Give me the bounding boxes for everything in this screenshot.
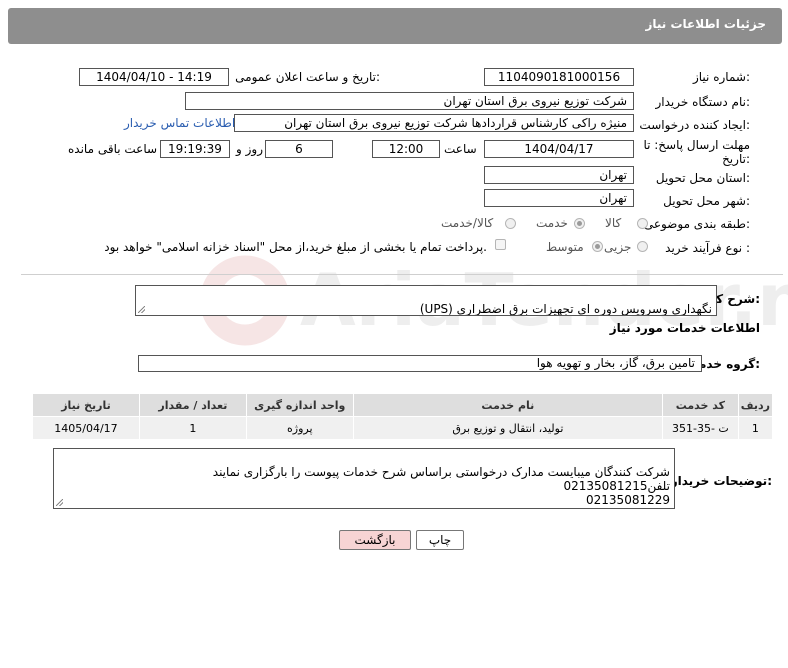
- process-label: نوع فرآیند خرید :: [665, 241, 750, 255]
- page-title: جزئیات اطلاعات نیاز: [645, 17, 766, 31]
- deadline-days-label: روز و: [236, 142, 263, 156]
- deadline-time-label: ساعت: [444, 142, 477, 156]
- col-header-name: نام خدمت: [352, 393, 664, 417]
- cell-qty: 1: [138, 416, 247, 440]
- resize-grip-icon[interactable]: [56, 499, 63, 506]
- description-textarea[interactable]: نگهداری وسرویس دوره ای تجهیزات برق اضطرا…: [135, 285, 717, 316]
- deadline-days-field: 6: [265, 140, 333, 158]
- category-radio-goods[interactable]: [637, 218, 648, 229]
- city-label: شهر محل تحویل:: [663, 194, 750, 208]
- requester-field: منیژه راکی کارشناس قراردادها شرکت توزیع …: [234, 114, 634, 132]
- deadline-time-field: 12:00: [372, 140, 440, 158]
- announce-field: 1404/04/10 - 14:19: [79, 68, 229, 86]
- col-header-code: کد خدمت: [662, 393, 739, 417]
- need-number-label: شماره نیاز:: [692, 70, 750, 84]
- buyer-org-label: نام دستگاه خریدار:: [655, 95, 751, 109]
- process-option-minor: جزیی: [604, 240, 632, 254]
- deadline-label-line2: تاریخ:: [722, 152, 750, 166]
- service-group-field: تامین برق، گاز، بخار و تهویه هوا: [138, 355, 702, 372]
- process-radio-minor[interactable]: [637, 241, 648, 252]
- buyer-notes-text: شرکت کنندگان میبایست مدارک درخواستی براس…: [212, 465, 670, 507]
- description-text: نگهداری وسرویس دوره ای تجهیزات برق اضطرا…: [419, 302, 712, 316]
- category-option-goods-service: کالا/خدمت: [441, 216, 494, 230]
- requester-label: ایجاد کننده درخواست:: [639, 118, 750, 132]
- remaining-time-label: ساعت باقی مانده: [68, 142, 158, 156]
- category-label: طبقه بندی موضوعی:: [643, 217, 750, 231]
- col-header-qty: تعداد / مقدار: [138, 393, 247, 417]
- page-header: جزئیات اطلاعات نیاز: [8, 8, 782, 44]
- cell-unit: پروژه: [245, 416, 354, 440]
- print-button[interactable]: چاپ: [416, 530, 464, 550]
- resize-grip-icon[interactable]: [138, 306, 145, 313]
- cell-row: 1: [737, 416, 774, 440]
- cell-date: 1405/04/17: [32, 416, 140, 440]
- deadline-label-line1: مهلت ارسال پاسخ: تا: [643, 138, 750, 152]
- cell-name: تولید، انتقال و توزیع برق: [352, 416, 664, 440]
- col-header-date: تاریخ نیاز: [32, 393, 140, 417]
- buyer-notes-label: توضیحات خریدار:: [670, 474, 772, 488]
- treasury-payment-note: پرداخت تمام یا بخشی از مبلغ خرید،از محل …: [104, 240, 487, 254]
- col-header-unit: واحد اندازه گیری: [245, 393, 354, 417]
- buyer-contact-link[interactable]: اطلاعات تماس خریدار: [124, 116, 235, 130]
- remaining-time-field: 19:19:39: [160, 140, 230, 158]
- services-table: ردیف کد خدمت نام خدمت واحد اندازه گیری ت…: [32, 393, 774, 440]
- category-radio-goods-service[interactable]: [505, 218, 516, 229]
- process-option-medium: متوسط: [546, 240, 584, 254]
- province-field: تهران: [484, 166, 634, 184]
- category-option-goods: کالا: [605, 216, 622, 230]
- panel-divider: [21, 274, 783, 275]
- treasury-payment-checkbox[interactable]: [495, 239, 506, 250]
- announce-label: تاریخ و ساعت اعلان عمومی:: [235, 70, 380, 84]
- buyer-org-field: شرکت توزیع نیروی برق استان تهران: [185, 92, 634, 110]
- table-row: 1 ت -35-351 تولید، انتقال و توزیع برق پر…: [32, 416, 774, 440]
- province-label: استان محل تحویل:: [655, 171, 750, 185]
- category-radio-service[interactable]: [574, 218, 585, 229]
- col-header-row: ردیف: [737, 393, 774, 417]
- back-button[interactable]: بازگشت: [339, 530, 411, 550]
- city-field: تهران: [484, 189, 634, 207]
- services-table-header: ردیف کد خدمت نام خدمت واحد اندازه گیری ت…: [32, 393, 774, 417]
- buyer-notes-textarea[interactable]: شرکت کنندگان میبایست مدارک درخواستی براس…: [53, 448, 675, 509]
- cell-code: ت -35-351: [662, 416, 739, 440]
- deadline-date-field: 1404/04/17: [484, 140, 634, 158]
- services-section-title: اطلاعات خدمات مورد نیاز: [609, 321, 760, 335]
- need-number-field: 1104090181000156: [484, 68, 634, 86]
- process-radio-medium[interactable]: [592, 241, 603, 252]
- category-option-service: خدمت: [536, 216, 568, 230]
